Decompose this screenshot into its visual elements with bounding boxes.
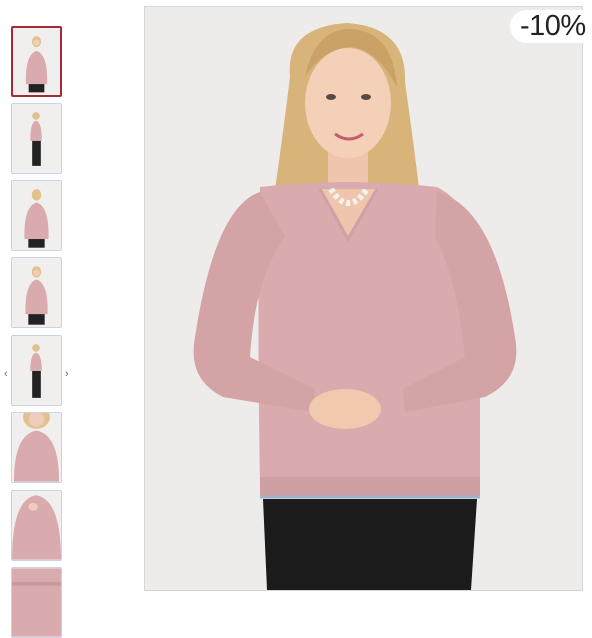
thumbnail-6[interactable] xyxy=(11,412,62,483)
thumbnail-3[interactable] xyxy=(11,180,62,251)
prev-arrow-icon[interactable]: ‹ xyxy=(4,369,8,380)
thumbnail-7[interactable] xyxy=(11,490,62,561)
discount-badge: -10% xyxy=(510,10,592,43)
thumbnail-8[interactable] xyxy=(11,567,62,638)
main-product-image[interactable] xyxy=(144,6,583,591)
thumbnail-1[interactable] xyxy=(11,26,62,97)
next-arrow-icon[interactable]: › xyxy=(65,369,69,380)
thumbnail-2[interactable] xyxy=(11,103,62,174)
thumbnail-strip: ‹ › xyxy=(0,0,80,638)
thumbnail-5[interactable] xyxy=(11,335,62,406)
thumbnail-4[interactable] xyxy=(11,257,62,328)
